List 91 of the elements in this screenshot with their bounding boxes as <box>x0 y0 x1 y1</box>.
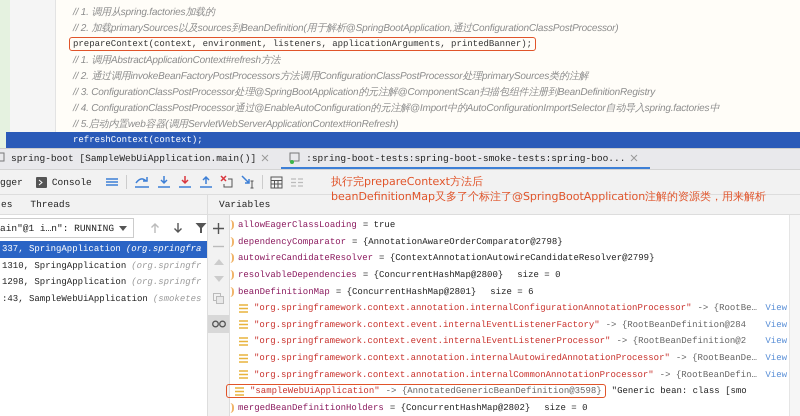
map-value: -> {RootBe… <box>697 303 757 314</box>
map-value: -> {RootBeanDefinition@2 <box>616 336 746 346</box>
panel-tab[interactable]: Threads <box>30 195 78 214</box>
list-icon <box>239 354 248 363</box>
frame-location: (smoketes <box>152 294 202 304</box>
list-icon <box>239 320 248 330</box>
console-icon <box>36 176 47 188</box>
list-icon <box>239 370 248 380</box>
code-comment: // 3. ConfigurationClassPostProcessor处理@SpringBootApplication的元注解@ComponentScan扫描包组件注册到BeanDefinitionRegistry <box>73 86 656 99</box>
frame-row[interactable]: 337, SpringApplication (org.springfra <box>0 241 207 258</box>
variable-name[interactable]: mergedBeanDefinitionHolders <box>238 402 384 413</box>
list-icon <box>239 336 248 346</box>
value-description: "Generic bean: class [smo <box>612 386 747 396</box>
run-config-icon <box>289 152 302 164</box>
variable-value: = {ConcurrentHashMap@2801} <box>336 286 476 297</box>
frame-row[interactable]: :43, SampleWebUiApplication (smoketes <box>0 290 207 308</box>
field-marker <box>229 402 234 413</box>
map-key[interactable]: "org.springframework.context.annotation.internalCommonAnnotationProcessor" <box>254 370 654 380</box>
thread-dropdown[interactable]: ain"@1 i…n": RUNNING <box>0 218 134 238</box>
tool-tab[interactable]: Console <box>36 176 96 188</box>
variable-size: size = 0 <box>544 402 588 413</box>
code-comment: // 2. 加载primarySources以及sources到BeanDefinition(用于解析@SpringBootApplication,通过ConfigurationClassPostProcessor) <box>73 22 618 35</box>
down-arrow-icon[interactable] <box>156 175 171 189</box>
code-comment: // 4. ConfigurationClassPostProcessor通过@EnableAutoConfiguration的元注解@Import中的AutoConfigurationImportSelector自动导入spring.factories中 <box>73 102 720 115</box>
field-marker <box>229 286 234 297</box>
map-value: -> {AnnotatedGenericBeanDefinition@3598} <box>386 386 602 396</box>
tab-label: spring-boot [SampleWebUiApplication.main()] <box>11 152 256 164</box>
scrollbar[interactable] <box>789 215 800 416</box>
cursor-arrow-icon[interactable] <box>240 175 255 189</box>
down-arrow-icon[interactable] <box>178 175 192 189</box>
up-arrow-icon[interactable] <box>198 175 213 189</box>
plus-icon[interactable] <box>213 223 224 234</box>
tab-label: Console <box>52 176 92 188</box>
up-arrow-icon[interactable] <box>149 222 161 234</box>
variable-name[interactable]: resolvableDependencies <box>238 270 357 280</box>
variable-name[interactable]: autowireCandidateResolver <box>238 253 374 264</box>
panel-tab[interactable]: es <box>0 195 20 214</box>
frame-location: (org.springfr <box>131 277 202 288</box>
map-key[interactable]: "org.springframework.context.annotation.internalConfigurationAnnotationProcessor" <box>254 303 692 314</box>
variable-value: = {ConcurrentHashMap@2802} <box>390 402 530 413</box>
code-comment: // 2. 通过调用invokeBeanFactoryPostProcessors方法调用ConfigurationClassPostProcessor处理primarySources类的注解 <box>73 70 588 83</box>
map-value: -> {RootBeanDefin… <box>660 370 757 380</box>
frame-method: 337, SpringApplication <box>2 244 121 254</box>
code-comment: // 5.启动内置web容器(调用ServletWebServerApplicationContext#onRefresh) <box>73 118 398 131</box>
variable-value: = {ContextAnnotationAutowireCandidateResolver@2799} <box>379 253 654 264</box>
frame-location: (org.springfr <box>131 260 202 271</box>
list-icon <box>235 386 244 396</box>
variable-name[interactable]: beanDefinitionMap <box>238 286 330 297</box>
frame-method: 1310, SpringApplication <box>2 260 126 271</box>
map-key[interactable]: "org.springframework.context.event.internalEventListenerProcessor" <box>254 336 610 346</box>
lines-icon[interactable] <box>104 176 119 188</box>
variable-value: = true <box>362 220 396 230</box>
session-tab[interactable]: spring-boot [SampleWebUiApplication.main()] <box>0 149 282 169</box>
tab-label: :spring-boot-tests:spring-boot-smoke-tests:spring-boo... <box>306 152 626 164</box>
caret-icon <box>119 226 127 230</box>
list-icon <box>239 304 248 313</box>
variable-value: = {ConcurrentHashMap@2800} <box>362 270 504 280</box>
annotation-text: 执行完prepareContext方法后 <box>331 174 483 189</box>
variable-value: = {AnnotationAwareOrderComparator@2798} <box>352 236 563 247</box>
close-icon[interactable] <box>261 154 270 162</box>
down-arrow-icon[interactable] <box>172 222 184 234</box>
field-marker <box>229 270 234 280</box>
drop-frame-icon[interactable] <box>220 175 234 189</box>
frame-method: 1298, SpringApplication <box>2 277 126 288</box>
map-key[interactable]: "org.springframework.context.event.internalEventListenerFactory" <box>254 320 600 330</box>
close-icon[interactable] <box>630 154 638 162</box>
frame-location: (org.springfra <box>126 244 202 254</box>
variable-name[interactable]: allowEagerClassLoading <box>238 220 357 230</box>
map-value: -> {RootBeanDe… <box>676 353 757 364</box>
variable-size: size = 6 <box>490 286 534 297</box>
code-line: refreshContext(context); <box>73 135 203 145</box>
filter-icon[interactable] <box>195 222 207 234</box>
panel-title: Variables <box>219 199 270 210</box>
calculator-icon[interactable] <box>270 176 283 188</box>
variable-size: size = 0 <box>517 270 560 280</box>
annotation-text: beanDefinitionMap又多了个标注了@SpringBootApplication注解的资源类，用来解析 <box>331 189 766 204</box>
map-key[interactable]: "org.springframework.context.annotation.internalAutowiredAnnotationProcessor" <box>254 353 670 364</box>
frame-row[interactable]: 1298, SpringApplication (org.springfr <box>0 274 207 291</box>
glasses-icon <box>212 320 226 328</box>
curved-arrow-icon[interactable] <box>134 175 150 189</box>
code-comment: // 1. 调用AbstractApplicationContext#refresh方法 <box>73 54 280 67</box>
variable-name[interactable]: dependencyComparator <box>238 236 346 247</box>
code-comment: // 1. 调用从spring.factories加载的 <box>73 6 215 19</box>
glasses-button[interactable] <box>208 315 229 333</box>
field-marker <box>229 236 234 247</box>
field-marker <box>229 220 234 230</box>
map-key[interactable]: "sampleWebUiApplication" <box>250 386 380 396</box>
frame-row[interactable]: 1310, SpringApplication (org.springfr <box>0 258 207 274</box>
map-value: -> {RootBeanDefinition@284 <box>606 320 746 330</box>
frame-method: :43, SampleWebUiApplication <box>2 294 148 304</box>
field-marker <box>229 253 234 264</box>
